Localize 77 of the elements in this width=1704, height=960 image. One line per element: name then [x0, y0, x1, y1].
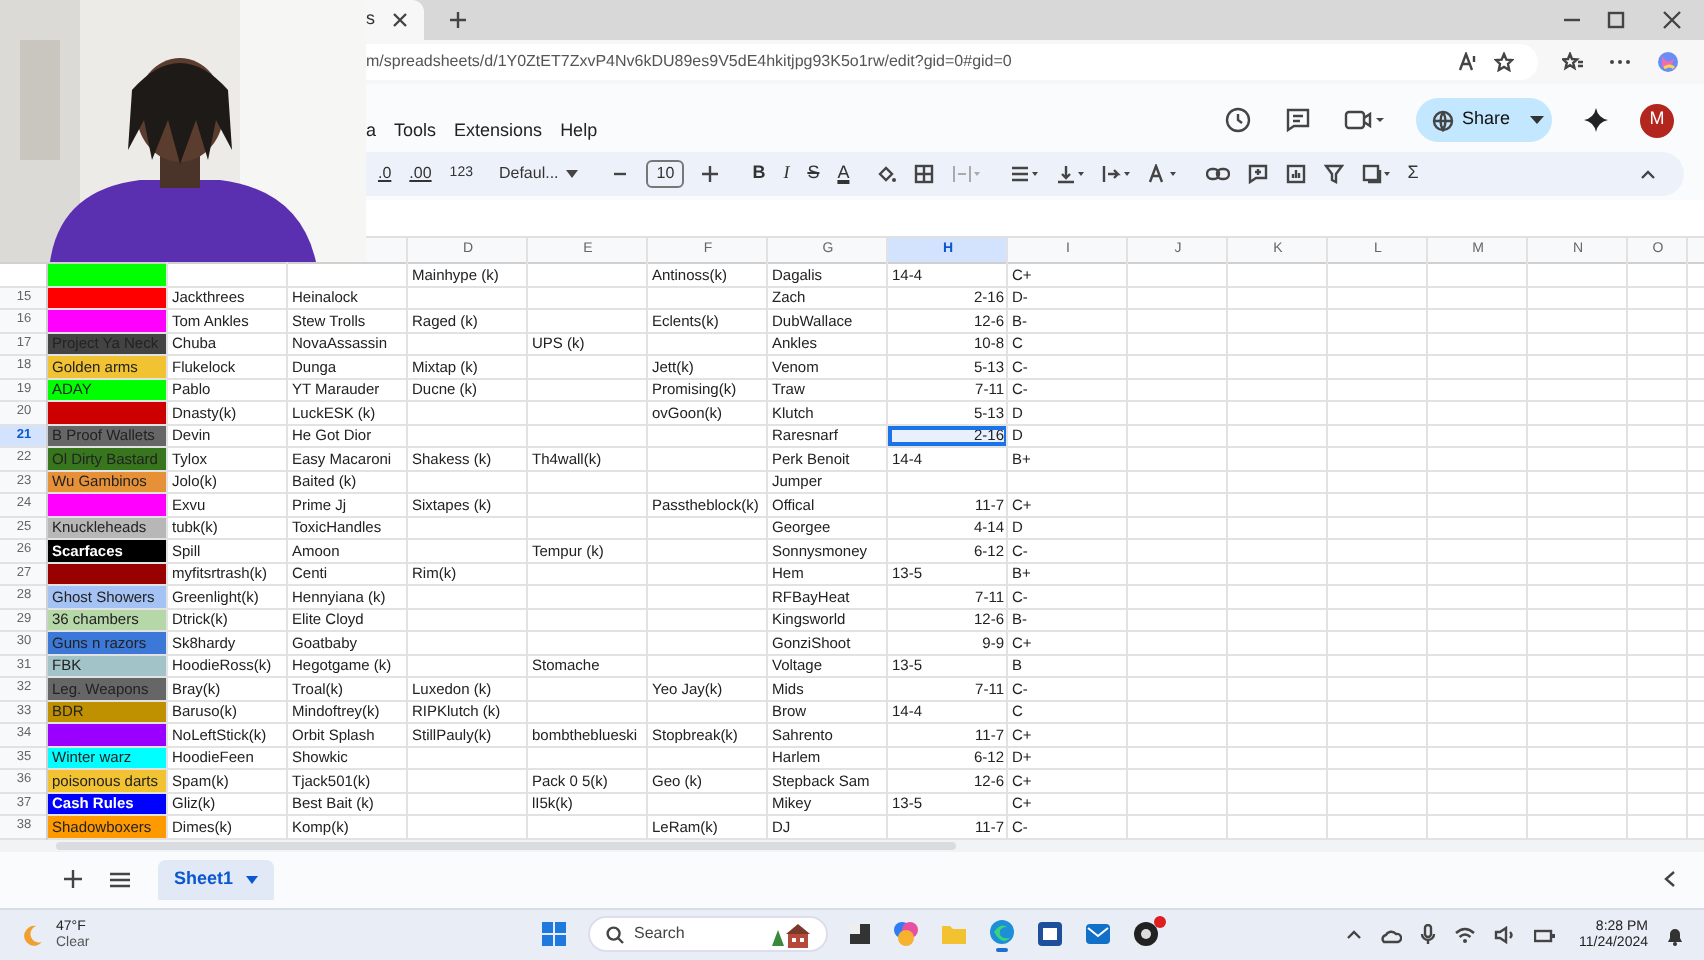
flower-icon[interactable]	[892, 920, 920, 948]
browser-tab[interactable]: s	[366, 0, 423, 40]
search-icon	[606, 925, 624, 943]
battery-icon[interactable]	[1534, 927, 1557, 943]
chevron-up-icon[interactable]	[1346, 930, 1363, 940]
tile-icon[interactable]	[848, 922, 872, 946]
bold-button[interactable]: B	[752, 160, 766, 188]
address-bar[interactable]: m/spreadsheets/d/1Y0ZtET7ZxvP4Nv6kDU89es9V5dE4hkitjpg93K5o1rw/edit?gid=0#gid=0	[366, 44, 1538, 80]
table-cell[interactable]	[48, 310, 168, 331]
star-icon[interactable]	[1494, 52, 1514, 72]
table-cell[interactable]	[48, 724, 168, 745]
avatar[interactable]: M	[1640, 103, 1674, 137]
favorites-icon[interactable]	[1562, 52, 1584, 72]
speaker-icon[interactable]	[1494, 926, 1517, 944]
link-icon[interactable]	[1205, 166, 1230, 182]
table-cell[interactable]	[48, 264, 168, 285]
borders-icon[interactable]	[913, 164, 934, 184]
camera-icon[interactable]	[1344, 106, 1384, 134]
window-icon[interactable]	[1036, 920, 1064, 948]
active-indicator	[996, 947, 1008, 951]
close-icon[interactable]	[391, 12, 407, 28]
strikethrough-button[interactable]: S	[807, 160, 820, 188]
menu-icon[interactable]	[110, 871, 130, 888]
cloud-icon[interactable]	[1380, 927, 1403, 943]
caret-icon	[1530, 116, 1545, 124]
windows-icon[interactable]	[540, 920, 568, 948]
paint-bucket-icon[interactable]	[875, 164, 896, 184]
table-cell[interactable]	[48, 494, 168, 515]
house-icon	[766, 921, 810, 947]
close-icon[interactable]	[1662, 10, 1682, 30]
font-dropdown[interactable]: Defaul...	[498, 162, 579, 186]
microphone-icon[interactable]	[1420, 924, 1437, 946]
sheet-tab[interactable]: Sheet1	[158, 859, 274, 900]
share-button[interactable]: Share	[1416, 98, 1552, 142]
swirl-icon[interactable]	[988, 917, 1016, 945]
sparkle-icon[interactable]	[1584, 108, 1608, 132]
circle-icon[interactable]	[1132, 920, 1160, 948]
filter-icon[interactable]	[1323, 164, 1344, 184]
more-icon[interactable]	[1608, 58, 1632, 66]
table-icon[interactable]	[1361, 164, 1390, 184]
read-aloud-icon[interactable]	[1458, 52, 1478, 72]
menu-item[interactable]: Help	[560, 117, 598, 144]
chevron-up-icon[interactable]	[1640, 169, 1656, 179]
chevron-left-icon[interactable]	[1664, 870, 1676, 889]
url-text: m/spreadsheets/d/1Y0ZtET7ZxvP4Nv6kDU89es9V5dE4hkitjpg93K5o1rw/edit?gid=0#gid=0	[366, 50, 1014, 74]
bell-icon[interactable]	[1666, 925, 1684, 945]
history-icon[interactable]	[1224, 106, 1252, 134]
plus-icon[interactable]	[447, 10, 467, 30]
align-icon[interactable]	[1009, 164, 1038, 184]
menu-item[interactable]: a	[366, 117, 377, 144]
globe-icon	[1432, 109, 1454, 131]
maximize-icon[interactable]	[1606, 10, 1626, 30]
menu-item[interactable]: Tools	[394, 117, 437, 144]
decimal-decrease-button[interactable]: .0	[378, 162, 392, 186]
wrap-icon[interactable]	[1101, 164, 1130, 184]
font-size-field[interactable]: 10	[646, 160, 685, 188]
table-cell[interactable]	[48, 402, 168, 423]
mail-icon[interactable]	[1084, 920, 1112, 948]
chart-icon[interactable]	[1285, 164, 1306, 184]
tab-title: s	[366, 6, 375, 33]
functions-button[interactable]: Σ	[1407, 160, 1419, 188]
search-field[interactable]: Search	[588, 916, 828, 952]
italic-button[interactable]: I	[783, 160, 790, 188]
text-color-button[interactable]: A	[837, 160, 850, 188]
plus-icon[interactable]	[64, 870, 82, 889]
rotate-icon[interactable]	[1147, 164, 1176, 184]
plus-icon[interactable]	[702, 166, 719, 182]
comment-icon[interactable]	[1284, 106, 1312, 134]
wifi-icon[interactable]	[1454, 926, 1477, 944]
caret-icon	[566, 170, 579, 178]
swirl-icon[interactable]	[1656, 50, 1680, 74]
decimal-increase-button[interactable]: .00	[409, 162, 432, 186]
caret-icon	[245, 875, 258, 884]
comment-icon[interactable]	[1247, 164, 1268, 184]
notification-badge	[1154, 916, 1166, 928]
valign-icon[interactable]	[1055, 164, 1084, 184]
menu-item[interactable]: Extensions	[454, 117, 543, 144]
